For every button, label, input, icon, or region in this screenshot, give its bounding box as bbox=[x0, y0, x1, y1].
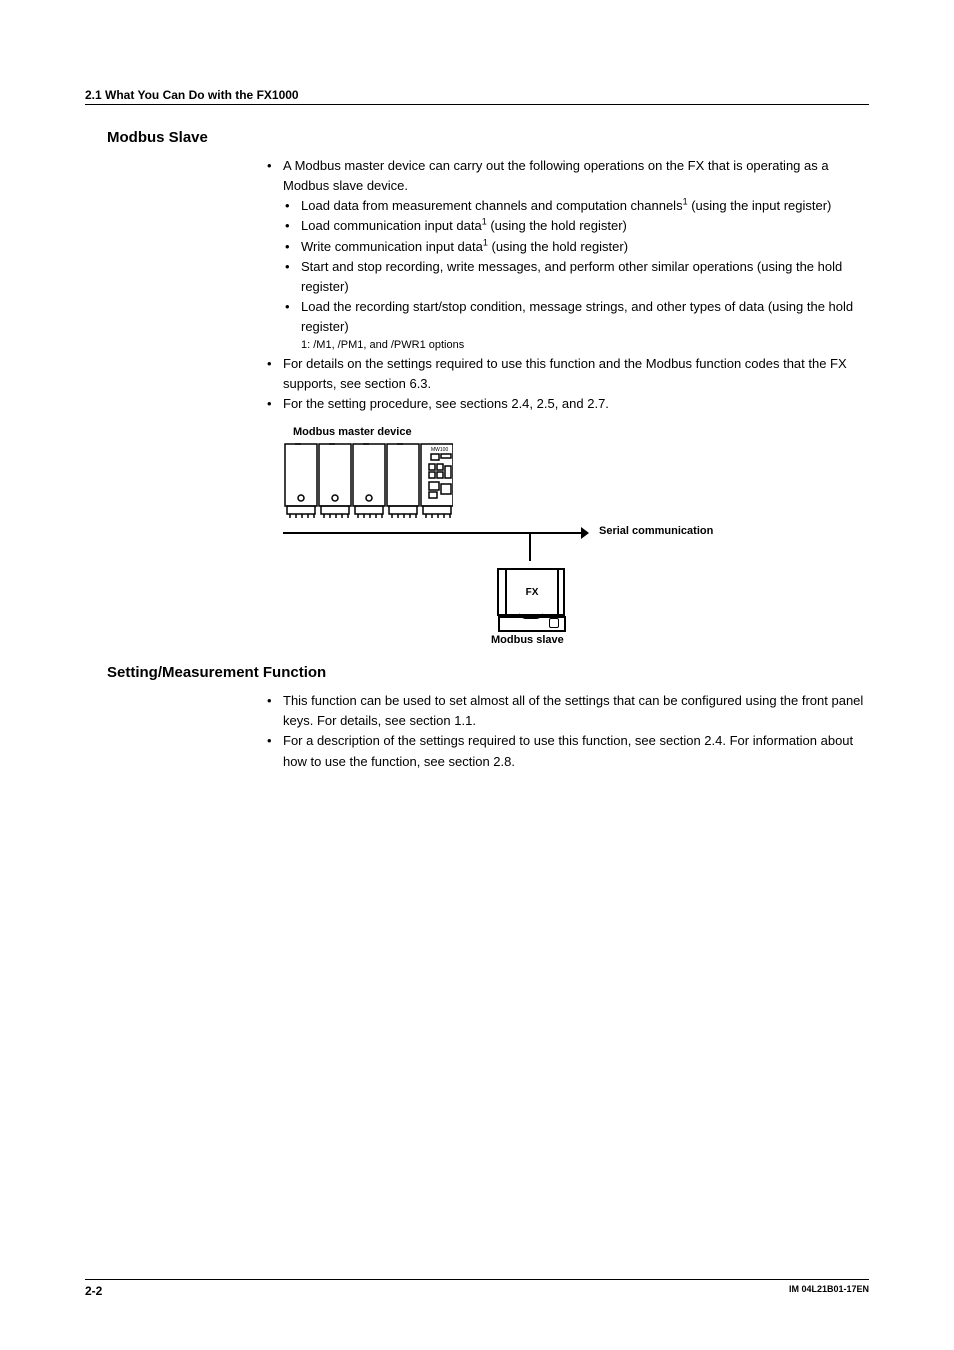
modbus-slave-title: Modbus Slave bbox=[107, 129, 869, 146]
modbus-list: A Modbus master device can carry out the… bbox=[265, 156, 869, 414]
text: Load data from measurement channels and … bbox=[301, 198, 683, 213]
text: A Modbus master device can carry out the… bbox=[283, 158, 829, 193]
text: For the setting procedure, see sections … bbox=[283, 396, 609, 411]
list-item: For a description of the settings requir… bbox=[265, 731, 869, 771]
list-item: Load the recording start/stop condition,… bbox=[283, 297, 869, 337]
list-item: For details on the settings required to … bbox=[265, 354, 869, 394]
text: Write communication input data bbox=[301, 239, 483, 254]
list-item: This function can be used to set almost … bbox=[265, 691, 869, 731]
list-item: A Modbus master device can carry out the… bbox=[265, 156, 869, 354]
text: Load the recording start/stop condition,… bbox=[301, 299, 853, 334]
text: (using the input register) bbox=[688, 198, 832, 213]
fx-device-icon: FX bbox=[497, 568, 563, 630]
fx-label: FX bbox=[526, 587, 539, 598]
text: Start and stop recording, write messages… bbox=[301, 259, 842, 294]
setting-function-title: Setting/Measurement Function bbox=[107, 664, 869, 681]
diagram-master-label: Modbus master device bbox=[293, 426, 763, 438]
master-device-icon: MW100 bbox=[283, 442, 453, 520]
list-item: Load data from measurement channels and … bbox=[283, 196, 869, 216]
text: For a description of the settings requir… bbox=[283, 733, 853, 768]
text: (using the hold register) bbox=[488, 239, 628, 254]
list-item: Write communication input data1 (using t… bbox=[283, 237, 869, 257]
modbus-slave-label: Modbus slave bbox=[491, 634, 564, 646]
text: This function can be used to set almost … bbox=[283, 693, 863, 728]
footnote: 1: /M1, /PM1, and /PWR1 options bbox=[301, 337, 869, 354]
text: For details on the settings required to … bbox=[283, 356, 847, 391]
list-item: Load communication input data1 (using th… bbox=[283, 216, 869, 236]
doc-number: IM 04L21B01-17EN bbox=[789, 1284, 869, 1298]
bus-line-icon bbox=[283, 532, 583, 534]
diagram: Modbus master device bbox=[283, 426, 763, 640]
text: (using the hold register) bbox=[487, 218, 627, 233]
page-footer: 2-2 IM 04L21B01-17EN bbox=[85, 1279, 869, 1298]
chip-label: MW100 bbox=[431, 447, 448, 453]
arrow-right-icon bbox=[581, 527, 589, 539]
serial-comm-label: Serial communication bbox=[599, 525, 713, 537]
setting-list: This function can be used to set almost … bbox=[265, 691, 869, 772]
page-number: 2-2 bbox=[85, 1284, 102, 1298]
sub-list: Load data from measurement channels and … bbox=[283, 196, 869, 337]
list-item: Start and stop recording, write messages… bbox=[283, 257, 869, 297]
section-header: 2.1 What You Can Do with the FX1000 bbox=[85, 88, 869, 105]
list-item: For the setting procedure, see sections … bbox=[265, 394, 869, 414]
text: Load communication input data bbox=[301, 218, 482, 233]
